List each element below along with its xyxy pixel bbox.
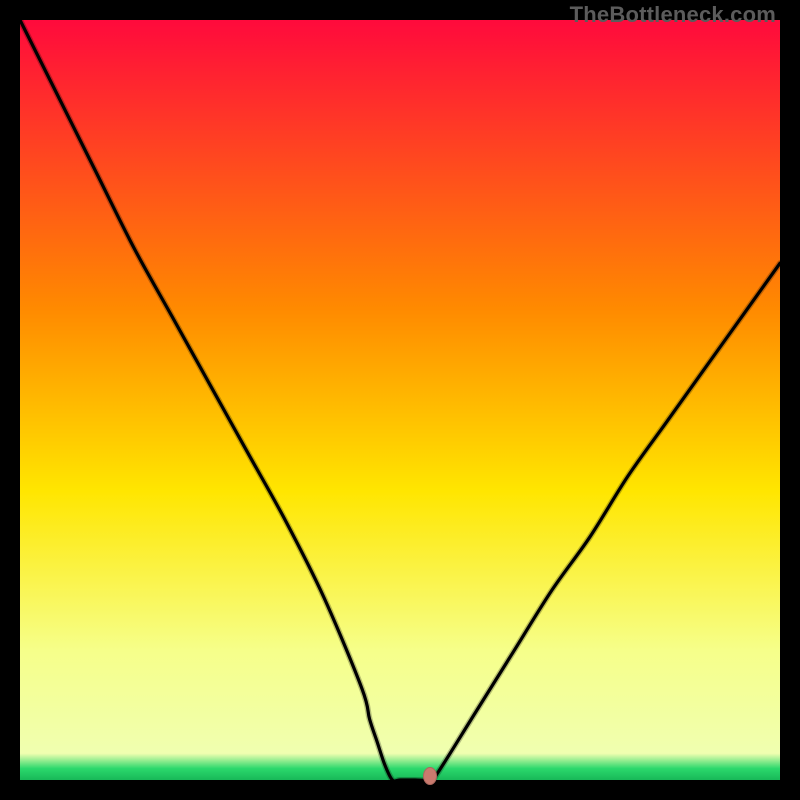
gradient-background [20, 20, 780, 780]
chart-stage: TheBottleneck.com [0, 0, 800, 800]
watermark-text: TheBottleneck.com [570, 2, 776, 28]
optimal-point-marker [423, 767, 437, 785]
plot-area [20, 20, 780, 780]
